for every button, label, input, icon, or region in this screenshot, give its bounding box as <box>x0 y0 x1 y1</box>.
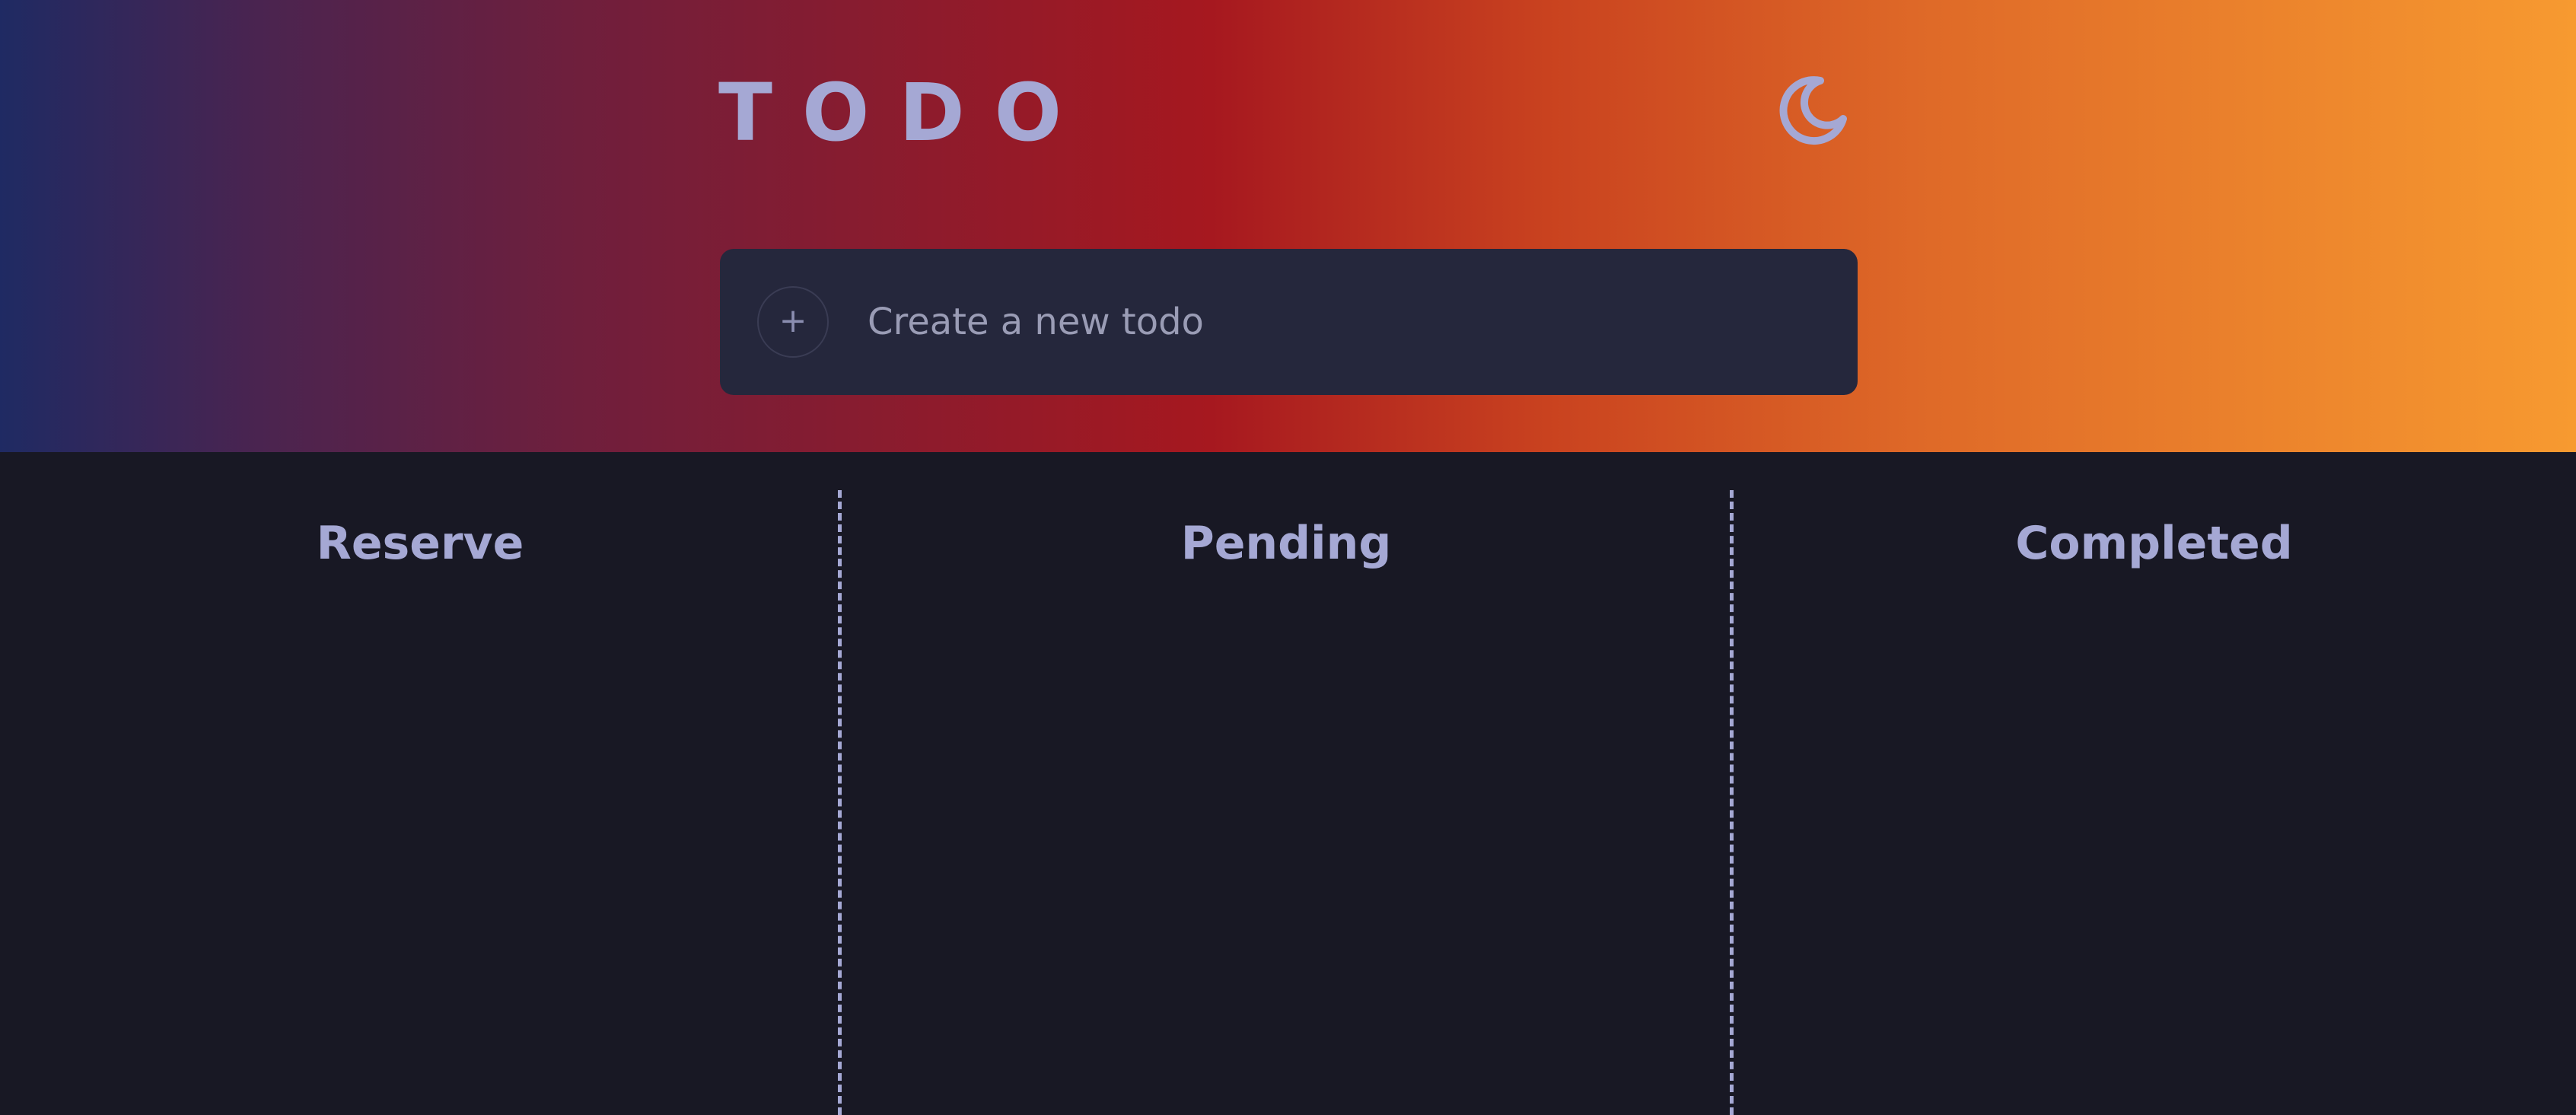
column-completed: Completed <box>1732 452 2576 1115</box>
column-title-reserve: Reserve <box>316 517 524 570</box>
new-todo-form: + <box>720 249 1858 395</box>
column-title-completed: Completed <box>2015 517 2293 570</box>
new-todo-input[interactable] <box>868 284 1819 360</box>
column-reserve: Reserve <box>0 452 840 1115</box>
plus-icon: + <box>779 301 807 340</box>
add-todo-button[interactable]: + <box>757 286 829 358</box>
column-pending: Pending <box>840 452 1732 1115</box>
theme-toggle-button[interactable] <box>1776 75 1849 148</box>
moon-icon <box>1779 76 1847 145</box>
app-title: TODO <box>718 66 1092 159</box>
column-title-pending: Pending <box>1180 517 1392 570</box>
todo-board: Reserve Pending Completed <box>0 452 2576 1115</box>
header-banner: TODO + <box>0 0 2576 452</box>
